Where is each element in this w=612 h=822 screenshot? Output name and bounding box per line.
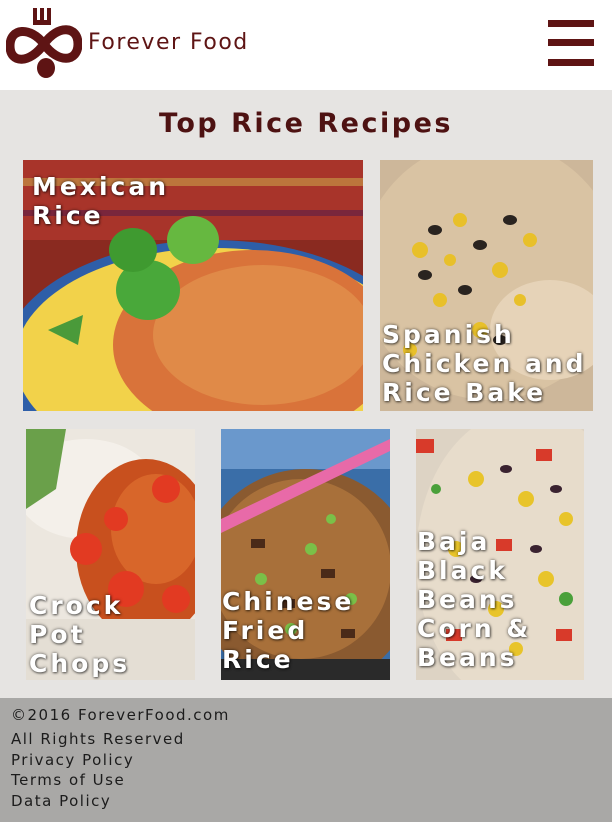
rights-text: All Rights Reserved <box>11 730 185 748</box>
header: Forever Food <box>0 0 612 90</box>
recipe-title: Mexican Rice <box>32 172 170 230</box>
recipe-title: Crock Pot Chops <box>29 591 131 678</box>
hamburger-menu-icon[interactable] <box>548 20 594 66</box>
copyright-text: ©2016 ForeverFood.com <box>11 706 230 724</box>
recipe-title: Spanish Chicken and Rice Bake <box>382 320 587 407</box>
brand-name[interactable]: Forever Food <box>88 30 249 55</box>
recipe-card-crock-pot-chops[interactable]: Crock Pot Chops <box>26 429 195 680</box>
recipe-card-spanish-chicken-rice-bake[interactable]: Spanish Chicken and Rice Bake <box>380 160 593 411</box>
fork-spoon-infinity-icon[interactable] <box>6 6 82 82</box>
recipe-title: Baja Black Beans Corn & Beans <box>417 527 532 672</box>
recipe-card-mexican-rice[interactable]: Mexican Rice <box>23 160 363 411</box>
terms-of-use-link[interactable]: Terms of Use <box>11 771 125 789</box>
recipe-card-chinese-fried-rice[interactable]: Chinese Fried Rice <box>221 429 390 680</box>
data-policy-link[interactable]: Data Policy <box>11 792 111 810</box>
page-title: Top Rice Recipes <box>159 108 453 139</box>
recipe-title: Chinese Fried Rice <box>222 587 355 674</box>
footer: ©2016 ForeverFood.com All Rights Reserve… <box>0 698 612 822</box>
recipe-card-baja-black-beans[interactable]: Baja Black Beans Corn & Beans <box>416 429 584 680</box>
privacy-policy-link[interactable]: Privacy Policy <box>11 751 134 769</box>
